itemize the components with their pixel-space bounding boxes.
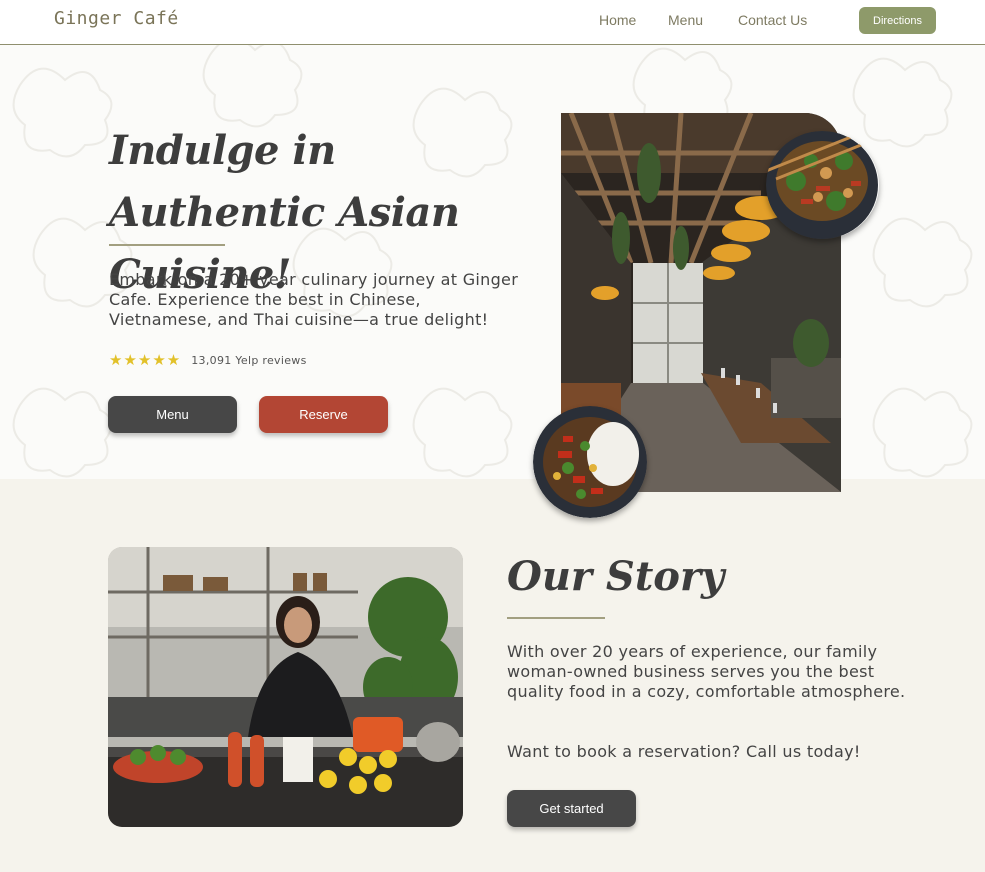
nav-link-menu[interactable]: Menu [668,12,703,28]
reserve-button[interactable]: Reserve [259,396,388,433]
stir-fry-bowl-image [766,131,879,239]
rating-row: ★★★★★ 13,091 Yelp reviews [109,351,307,369]
kitchen-chef-image [108,547,463,827]
story-divider [507,617,605,619]
star-rating-icon: ★★★★★ [109,351,182,369]
story-reservation-text: Want to book a reservation? Call us toda… [507,742,861,761]
hero-divider [109,244,225,246]
hero-description: Embark on a 20+ year culinary journey at… [109,270,519,329]
story-title: Our Story [507,553,725,600]
top-nav: Ginger Café Home Menu Contact Us Directi… [0,0,985,45]
nav-link-contact[interactable]: Contact Us [738,12,807,28]
brand-logo[interactable]: Ginger Café [54,8,179,29]
nav-link-home[interactable]: Home [599,12,636,28]
get-started-button[interactable]: Get started [507,790,636,827]
story-description: With over 20 years of experience, our fa… [507,642,906,701]
menu-button[interactable]: Menu [108,396,237,433]
rice-dish-bowl-image [533,406,647,518]
directions-button[interactable]: Directions [859,7,936,34]
review-count[interactable]: 13,091 Yelp reviews [191,354,306,367]
